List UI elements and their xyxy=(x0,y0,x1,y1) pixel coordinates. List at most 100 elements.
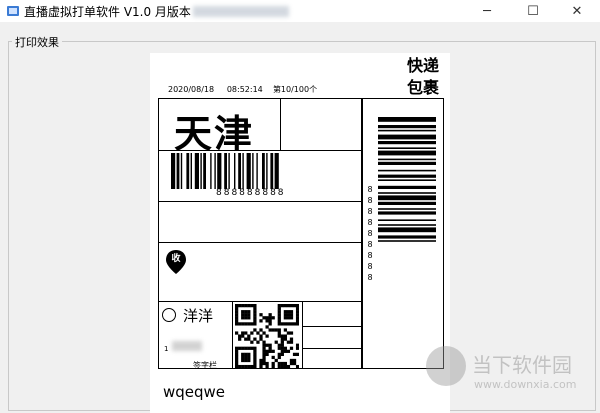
barcode-bar xyxy=(378,141,436,145)
maximize-button[interactable]: ☐ xyxy=(510,0,556,22)
qr-module xyxy=(253,313,257,317)
barcode-bar xyxy=(378,161,436,165)
sender-name: 洋洋 xyxy=(183,307,214,325)
qr-module xyxy=(289,304,294,308)
qr-module xyxy=(292,358,297,363)
qr-module xyxy=(289,313,294,317)
qr-module xyxy=(259,364,263,368)
qr-module xyxy=(235,352,239,357)
qr-module xyxy=(286,304,291,308)
qr-module xyxy=(283,364,288,368)
barcode-bar xyxy=(176,153,180,189)
title-redacted xyxy=(193,6,289,17)
barcode-bar xyxy=(252,153,254,189)
qr-module xyxy=(250,331,254,335)
qr-module xyxy=(265,343,269,347)
qr-module xyxy=(268,316,272,320)
vertical-barcode xyxy=(378,117,436,242)
barcode-bar xyxy=(262,153,265,189)
qr-module xyxy=(271,355,275,360)
label-header: 2020/08/18 08:52:14 第10/100个 xyxy=(168,84,317,95)
qr-module xyxy=(235,346,239,350)
barcode-bar xyxy=(378,129,436,132)
qr-module xyxy=(241,322,245,326)
qr-module xyxy=(292,322,297,326)
group-label: 打印效果 xyxy=(12,34,62,50)
qr-module xyxy=(253,328,257,332)
qr-module xyxy=(286,349,291,353)
qr-module xyxy=(280,340,284,344)
watermark-url: www.downxia.com xyxy=(474,378,577,391)
barcode-bar xyxy=(266,153,268,189)
qr-module xyxy=(289,346,294,350)
qr-module xyxy=(247,358,251,363)
minimize-button[interactable]: ─ xyxy=(464,0,510,22)
qr-module xyxy=(277,313,281,317)
title-bar: 直播虚拟打单软件 V1.0 月版本 ─ ☐ ✕ xyxy=(0,0,600,22)
qr-module xyxy=(241,313,245,317)
qr-module xyxy=(241,358,245,363)
barcode-bar xyxy=(210,153,212,189)
qr-module xyxy=(280,352,284,357)
barcode-bar xyxy=(214,153,216,189)
close-button[interactable]: ✕ xyxy=(554,0,600,22)
qr-module xyxy=(235,319,239,323)
qr-module xyxy=(268,328,272,332)
qr-module xyxy=(277,322,281,326)
qr-module xyxy=(277,331,281,335)
qr-module xyxy=(295,304,299,308)
qr-module xyxy=(277,346,281,350)
qr-module xyxy=(244,358,248,363)
label-count: 第10/100个 xyxy=(272,85,318,94)
qr-module xyxy=(262,361,266,366)
qr-module xyxy=(253,304,257,308)
qr-module xyxy=(262,355,266,360)
qr-module xyxy=(235,307,239,311)
qr-module xyxy=(235,310,239,314)
barcode-bar xyxy=(378,192,436,194)
express-type: 快递 包裹 xyxy=(406,56,439,97)
qr-module xyxy=(253,346,257,350)
qr-module xyxy=(265,316,269,320)
barcode-bar xyxy=(186,153,190,189)
qr-module xyxy=(265,361,269,366)
qr-module xyxy=(241,352,245,357)
qr-module xyxy=(262,358,266,363)
barcode-bar xyxy=(378,147,436,149)
barcode-bar xyxy=(180,153,183,189)
qr-code xyxy=(235,304,299,368)
qr-module xyxy=(268,343,272,347)
qr-module xyxy=(253,337,257,341)
qr-module xyxy=(262,316,266,320)
qr-module xyxy=(295,319,299,323)
qr-module xyxy=(235,364,239,368)
qr-module xyxy=(253,349,257,353)
qr-module xyxy=(256,340,260,344)
qr-module xyxy=(289,310,294,314)
qr-module xyxy=(253,358,257,363)
qr-module xyxy=(295,346,299,350)
grid-line xyxy=(361,98,363,369)
qr-module xyxy=(247,355,251,360)
qr-module xyxy=(244,337,248,341)
qr-module xyxy=(292,352,297,357)
qr-module xyxy=(262,352,266,357)
qr-module xyxy=(244,310,248,314)
qr-module xyxy=(280,304,284,308)
qr-module xyxy=(244,322,248,326)
qr-module xyxy=(259,319,263,323)
qr-module xyxy=(289,322,294,326)
qr-module xyxy=(253,319,257,323)
qr-module xyxy=(241,331,245,335)
qr-module xyxy=(259,337,263,341)
barcode-bar xyxy=(378,158,436,161)
grid-line xyxy=(158,242,362,243)
qr-module xyxy=(244,304,248,308)
barcode-bar xyxy=(242,153,244,189)
qr-module xyxy=(253,364,257,368)
qr-module xyxy=(238,346,242,350)
qr-module xyxy=(259,361,263,366)
qr-module xyxy=(286,364,291,368)
qr-module xyxy=(250,322,254,326)
qr-module xyxy=(247,313,251,317)
